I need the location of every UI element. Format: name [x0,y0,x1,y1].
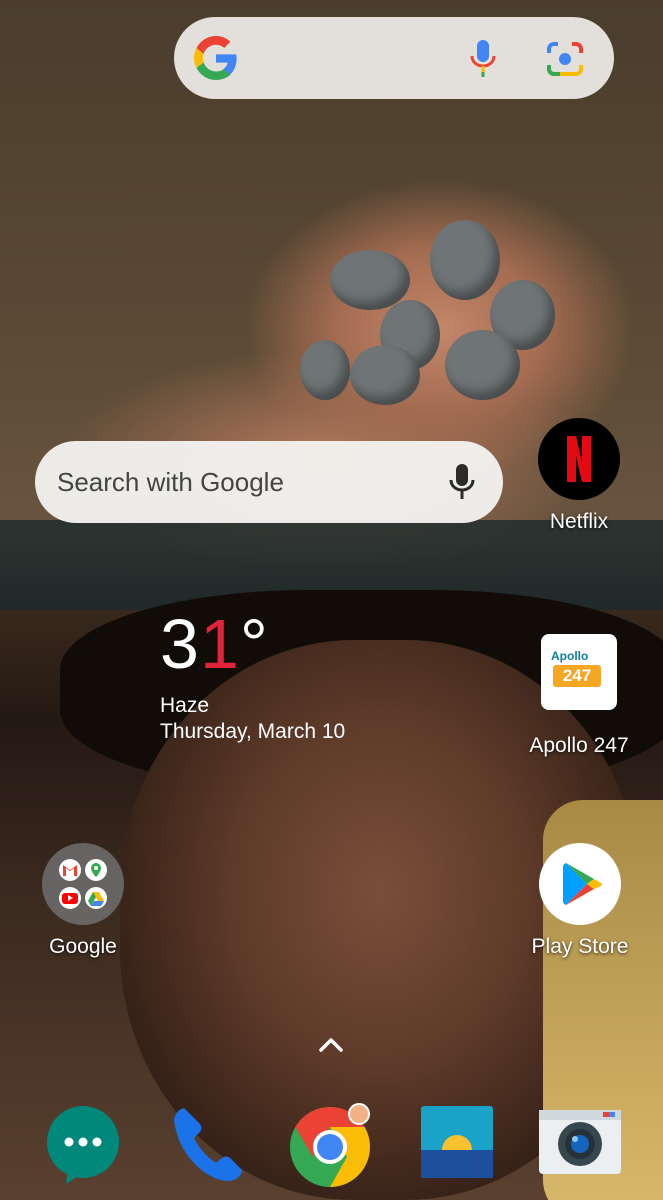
weather-condition: Haze [160,694,210,717]
app-play-store[interactable]: Play Store [525,843,635,959]
wallpaper-stones [290,220,560,410]
weather-clock-widget[interactable]: 31° Haze Thursday, March 10 [160,608,345,744]
dock-chrome[interactable] [287,1100,377,1190]
netflix-label: Netflix [549,510,609,533]
wallpaper [0,0,663,1200]
apollo-247-label: Apollo 247 [529,734,629,757]
google-folder-label: Google [49,935,117,958]
chrome-icon [290,1103,370,1187]
app-drawer-chevron-up-icon[interactable] [316,1034,346,1056]
google-g-icon [194,36,237,80]
apollo-247-icon: Apollo 247 [541,634,617,710]
messages-icon [47,1106,119,1184]
netflix-icon [538,418,620,500]
voice-search-icon[interactable] [468,39,498,79]
dock-gallery[interactable] [416,1100,506,1190]
gallery-icon [421,1106,493,1178]
dock-messages[interactable] [38,1100,128,1190]
google-search-bar[interactable] [174,17,614,99]
search-with-google-widget[interactable]: Search with Google [35,441,503,523]
date-text: Thursday, March 10 [160,720,346,743]
folder-google[interactable]: Google [33,843,133,959]
play-store-icon [539,843,621,925]
mic-icon[interactable] [449,463,475,501]
dock-phone[interactable] [164,1100,254,1190]
phone-icon [174,1108,242,1181]
dock-camera[interactable] [537,1100,627,1190]
google-lens-icon[interactable] [546,41,584,77]
app-netflix[interactable]: Netflix [529,418,629,534]
play-store-label: Play Store [531,935,629,958]
google-folder-icon [42,843,124,925]
temperature: 31° [160,605,269,683]
app-apollo-247[interactable]: Apollo 247 Apollo 247 [519,634,639,758]
camera-icon [539,1110,621,1174]
search-placeholder: Search with Google [57,467,284,497]
